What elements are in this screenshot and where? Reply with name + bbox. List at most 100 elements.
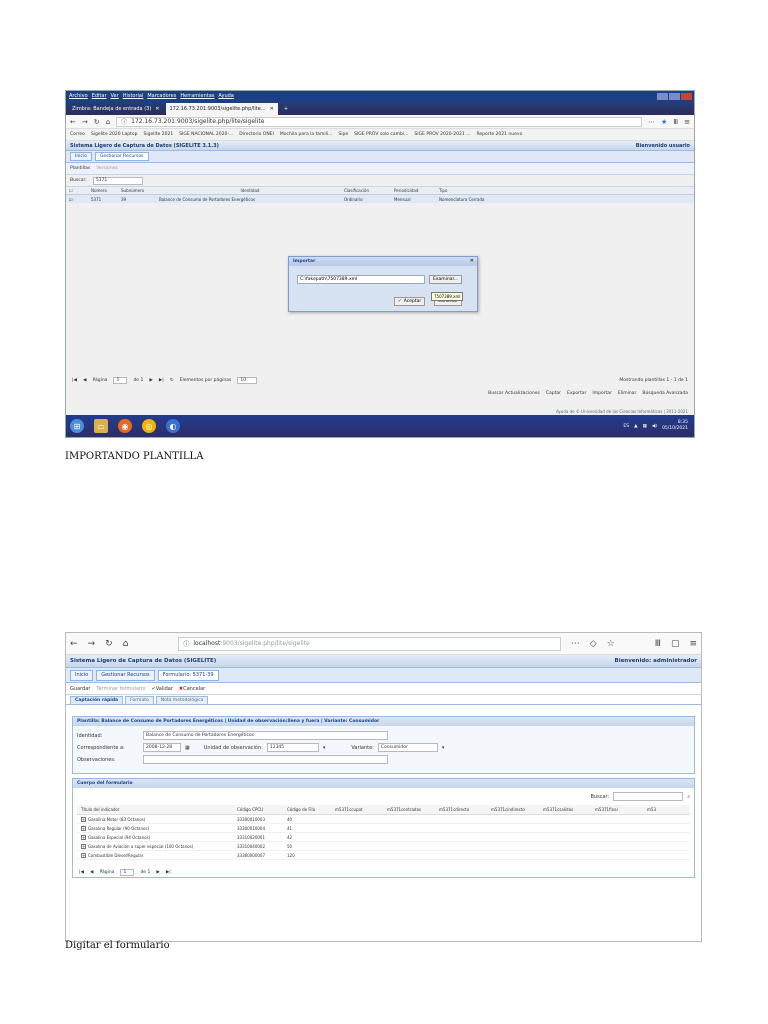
importar-button[interactable]: Importar bbox=[592, 391, 612, 396]
buscar-actualizaciones-button[interactable]: Buscar Actualizaciones bbox=[488, 391, 540, 396]
table-row[interactable]: + Gasolina de Aviación a súper especial (… bbox=[77, 842, 690, 851]
refresh-icon[interactable]: ↻ bbox=[170, 378, 174, 383]
prev-page-icon[interactable]: ◀ bbox=[90, 870, 93, 875]
variante-select[interactable]: Consumidor bbox=[377, 743, 438, 752]
tab-zimbra[interactable]: Zimbra: Bandeja de entrada (3) ✕ bbox=[68, 103, 164, 115]
library-icon[interactable]: Ⅲ bbox=[655, 639, 661, 649]
menu-dots-icon[interactable]: ⋯ bbox=[571, 639, 580, 649]
sidebar-icon[interactable]: ▢ bbox=[671, 639, 680, 649]
col-clasificacion[interactable]: Clasificación bbox=[341, 188, 391, 193]
star-icon[interactable]: ★ bbox=[661, 118, 667, 126]
chevron-down-icon[interactable]: ▾ bbox=[323, 745, 326, 751]
close-tab-icon[interactable]: ✕ bbox=[270, 106, 274, 112]
page-input[interactable]: 1 bbox=[120, 869, 135, 876]
expand-icon[interactable]: + bbox=[81, 852, 86, 858]
save-button[interactable]: Guardar bbox=[70, 686, 90, 692]
exportar-button[interactable]: Exportar bbox=[567, 391, 586, 396]
bookmark-item[interactable]: SIGE NACIONAL 2020-... bbox=[179, 132, 233, 137]
next-page-icon[interactable]: ▶ bbox=[149, 378, 152, 383]
observaciones-input[interactable] bbox=[143, 755, 388, 764]
menu-marcadores[interactable]: Marcadores bbox=[147, 93, 176, 99]
network-icon[interactable]: ▦ bbox=[643, 424, 647, 429]
home-icon[interactable]: ⌂ bbox=[123, 639, 129, 649]
hamburger-icon[interactable]: ≡ bbox=[684, 118, 690, 126]
table-row[interactable]: + Gasolina Motor (83 Octanos) 33300010003… bbox=[77, 815, 690, 824]
col-cdirecto[interactable]: m5371cdirecto bbox=[439, 807, 491, 812]
col-titulo[interactable]: Título del indicador bbox=[77, 807, 237, 812]
bookmark-item[interactable]: Sipe bbox=[338, 132, 348, 137]
per-page-select[interactable]: 10 bbox=[237, 377, 258, 384]
tab-formulario[interactable]: Formulario: 5371-39 bbox=[157, 669, 219, 681]
bookmark-item[interactable]: Sigelite 2021 bbox=[144, 132, 174, 137]
col-identidad[interactable]: Identidad bbox=[156, 188, 341, 193]
bookmark-item[interactable]: Correo bbox=[70, 132, 85, 137]
page-input[interactable]: 1 bbox=[113, 377, 128, 384]
bookmark-item[interactable]: Sigelite 2020 Laptop bbox=[91, 132, 138, 137]
table-row[interactable]: + Gasolina Regular (90 Octanos) 333000100… bbox=[77, 824, 690, 833]
menu-ayuda[interactable]: Ayuda bbox=[218, 93, 233, 99]
col-more[interactable]: m53 bbox=[647, 807, 667, 812]
unidad-select[interactable]: 12345 bbox=[266, 743, 319, 752]
firefox-icon[interactable]: ◉ bbox=[118, 419, 132, 433]
identidad-input[interactable]: Balance de Consumo de Portadores Energét… bbox=[143, 731, 388, 740]
close-icon[interactable] bbox=[681, 92, 692, 100]
tab-gestionar-recursos[interactable]: Gestionar Recursos bbox=[96, 669, 155, 681]
tab-captacion-rapida[interactable]: Captación rápida bbox=[70, 696, 124, 704]
row-checkbox[interactable]: ☑ bbox=[66, 197, 88, 202]
menu-ver[interactable]: Ver bbox=[111, 93, 119, 99]
first-page-icon[interactable]: |◀ bbox=[79, 870, 84, 875]
accept-button[interactable]: ✔ Aceptar bbox=[394, 297, 426, 306]
dialog-close-icon[interactable]: ✕ bbox=[470, 258, 474, 264]
fecha-input[interactable]: 2008-12-28 bbox=[143, 743, 181, 752]
col-final[interactable]: m5371final bbox=[595, 807, 647, 812]
eliminar-button[interactable]: Eliminar bbox=[618, 391, 636, 396]
menu-dots-icon[interactable]: ⋯ bbox=[648, 118, 655, 126]
col-subnumero[interactable]: Subnúmero bbox=[118, 188, 156, 193]
table-row[interactable]: + Gasolina Especial (94 Octanos) 33310020… bbox=[77, 833, 690, 842]
table-row[interactable]: ☑ 5371 39 Balance de Consumo de Portador… bbox=[66, 195, 694, 203]
col-fila[interactable]: Código de Fila bbox=[287, 807, 335, 812]
back-icon[interactable]: ← bbox=[70, 118, 76, 126]
lang-indicator[interactable]: ES bbox=[623, 424, 629, 429]
prev-page-icon[interactable]: ◀ bbox=[83, 378, 86, 383]
busqueda-avanzada-button[interactable]: Búsqueda Avanzada bbox=[642, 391, 688, 396]
chrome-icon[interactable]: ◎ bbox=[142, 419, 156, 433]
tab-sigelite[interactable]: 172.16.73.201:9003/sigelite.php/lite... ✕ bbox=[165, 103, 278, 115]
col-cindirecto[interactable]: m5371cindirecto bbox=[491, 807, 543, 812]
expand-icon[interactable]: + bbox=[81, 816, 86, 822]
col-periodicidad[interactable]: Periodicidad bbox=[391, 188, 436, 193]
back-icon[interactable]: ← bbox=[70, 639, 78, 649]
col-numero[interactable]: Número bbox=[88, 188, 118, 193]
tab-inicio[interactable]: Inicio bbox=[70, 152, 92, 161]
reload-icon[interactable]: ↻ bbox=[94, 118, 100, 126]
terminar-button[interactable]: Terminar formulario bbox=[96, 686, 145, 692]
clock[interactable]: 8:35 05/10/2021 bbox=[662, 420, 688, 432]
cancelar-button[interactable]: ✖Cancelar bbox=[179, 686, 205, 692]
home-icon[interactable]: ⌂ bbox=[106, 118, 110, 126]
versiones-button[interactable]: Versiones bbox=[96, 166, 118, 171]
col-tipo[interactable]: Tipo bbox=[436, 188, 506, 193]
col-ccupat[interactable]: m5371ccupat bbox=[335, 807, 387, 812]
menu-archivo[interactable]: Archivo bbox=[69, 93, 88, 99]
tab-formato[interactable]: Formato bbox=[125, 696, 154, 704]
forward-icon[interactable]: → bbox=[88, 639, 96, 649]
menu-editar[interactable]: Editar bbox=[92, 93, 107, 99]
tab-gestionar-recursos[interactable]: Gestionar Recursos bbox=[94, 152, 149, 161]
file-path-input[interactable]: C:\fakepath\7507389.xml bbox=[297, 275, 425, 284]
captar-button[interactable]: Captar bbox=[546, 391, 561, 396]
bookmark-item[interactable]: Directorio ONEI bbox=[239, 132, 274, 137]
volume-icon[interactable]: ◀) bbox=[652, 424, 657, 429]
folder-icon[interactable]: ▭ bbox=[94, 419, 108, 433]
address-input[interactable]: ⓘ localhost:9003/sigelite.php/lite/sigeli… bbox=[178, 636, 561, 651]
expand-icon[interactable]: + bbox=[81, 825, 86, 831]
bookmark-item[interactable]: Mochila para la famili... bbox=[280, 132, 333, 137]
menu-herramientas[interactable]: Herramientas bbox=[180, 93, 214, 99]
minimize-icon[interactable] bbox=[657, 92, 668, 100]
last-page-icon[interactable]: ▶| bbox=[166, 870, 171, 875]
maximize-icon[interactable] bbox=[669, 92, 680, 100]
browse-button[interactable]: Examinar... bbox=[429, 275, 463, 284]
select-all-checkbox[interactable]: ☐ bbox=[66, 188, 88, 193]
menu-historial[interactable]: Historial bbox=[123, 93, 144, 99]
bookmark-item[interactable]: SIGE PROV solo cambi... bbox=[354, 132, 408, 137]
bookmark-item[interactable]: SIGE PROV 2020-2021 ... bbox=[414, 132, 470, 137]
